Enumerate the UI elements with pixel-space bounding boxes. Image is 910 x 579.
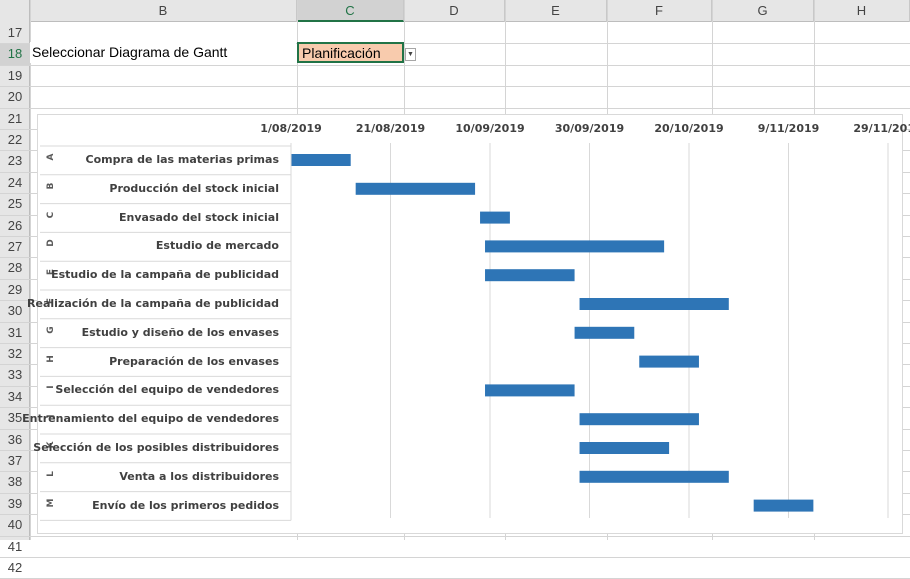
task-name: Estudio y diseño de los envases	[81, 325, 279, 339]
gantt-bar	[574, 326, 635, 339]
row-header-30[interactable]: 30	[0, 300, 30, 321]
row-header-38[interactable]: 38	[0, 471, 30, 492]
task-name: Selección de los posibles distribuidores	[33, 441, 279, 454]
task-name: Preparación de los envases	[109, 354, 279, 368]
gantt-bar	[579, 298, 729, 310]
column-header-b[interactable]: B	[30, 0, 297, 22]
cell-c18-gantt-selector[interactable]: Planificación	[297, 42, 404, 63]
task-name: Estudio de mercado	[155, 239, 279, 253]
gantt-bar	[291, 154, 351, 166]
task-name: Envasado del stock inicial	[119, 210, 279, 224]
date-tick-label: 10/09/2019	[455, 122, 525, 135]
column-header-e[interactable]: E	[505, 0, 607, 22]
row-header-19[interactable]: 19	[0, 65, 30, 86]
task-name: Venta a los distribuidores	[119, 469, 279, 483]
task-letter: A	[46, 153, 56, 161]
row-header-18[interactable]: 18	[0, 43, 30, 65]
row-header-28[interactable]: 28	[0, 257, 30, 278]
row-header-31[interactable]: 31	[0, 322, 30, 343]
gantt-bar	[485, 384, 575, 397]
chevron-down-icon[interactable]: ▼	[405, 48, 416, 61]
gantt-bar	[485, 240, 665, 253]
row-header-39[interactable]: 39	[0, 493, 30, 514]
gantt-bar	[355, 182, 476, 195]
row-header-36[interactable]: 36	[0, 429, 30, 450]
task-name: Entrenamiento del equipo de vendedores	[22, 412, 279, 426]
gantt-bar	[579, 413, 699, 426]
row-header-26[interactable]: 26	[0, 215, 30, 236]
row-header-25[interactable]: 25	[0, 193, 30, 214]
column-header-f[interactable]: F	[607, 0, 712, 22]
task-name: Compra de las materias primas	[85, 153, 279, 166]
row-gridline	[0, 64, 910, 66]
gantt-bar	[579, 470, 729, 483]
gantt-bar	[480, 211, 510, 224]
row-header-23[interactable]: 23	[0, 150, 30, 171]
column-header-g[interactable]: G	[712, 0, 814, 22]
task-letter: D	[46, 239, 56, 248]
row-header-27[interactable]: 27	[0, 236, 30, 257]
task-letter: L	[46, 470, 56, 477]
date-tick-label: 20/10/2019	[654, 122, 724, 135]
task-name: Selección del equipo de vendedores	[55, 383, 279, 397]
row-header-41[interactable]: 41	[0, 536, 30, 557]
row-header-22[interactable]: 22	[0, 129, 30, 150]
row-header-17[interactable]: 17	[0, 22, 30, 43]
date-tick-label: 21/08/2019	[355, 122, 426, 135]
task-letter: H	[46, 354, 56, 363]
column-header-h[interactable]: H	[814, 0, 910, 22]
task-letter: G	[46, 326, 56, 334]
gantt-bar	[753, 499, 814, 512]
row-gridline	[0, 107, 910, 109]
row-header-24[interactable]: 24	[0, 172, 30, 193]
date-tick-label: 30/09/2019	[554, 122, 625, 135]
task-name: Estudio de la campaña de publicidad	[51, 268, 279, 282]
task-letter: C	[46, 211, 56, 218]
row-header-42[interactable]: 42	[0, 557, 30, 578]
task-name: Producción del stock inicial	[109, 181, 279, 195]
row-header-33[interactable]: 33	[0, 364, 30, 385]
spreadsheet-grid[interactable]: BCDEFGH 17 18 19 20 21 22 23 24 25 26 27 28 29 30 31 32…	[0, 0, 910, 579]
column-gridline	[30, 0, 31, 540]
task-name: Realización de la campaña de publicidad	[27, 297, 279, 310]
row-header-37[interactable]: 37	[0, 450, 30, 471]
row-header-20[interactable]: 20	[0, 86, 30, 107]
row-header-32[interactable]: 32	[0, 343, 30, 364]
gantt-bar	[485, 269, 575, 282]
task-letter: M	[46, 498, 56, 508]
column-header-d[interactable]: D	[404, 0, 505, 22]
row-header-21[interactable]: 21	[0, 108, 30, 129]
date-tick-label: 1/08/2019	[260, 122, 322, 135]
task-name: Envío de los primeros pedidos	[92, 498, 279, 512]
task-letter: B	[46, 182, 56, 190]
cell-b18-label[interactable]: Seleccionar Diagrama de Gantt	[30, 42, 296, 63]
row-gridline	[0, 557, 910, 558]
gantt-bar	[579, 442, 670, 454]
row-header-40[interactable]: 40	[0, 514, 30, 535]
gantt-bar	[639, 355, 699, 368]
row-gridline	[0, 86, 910, 88]
date-tick-label: 9/11/2019	[757, 122, 820, 135]
date-tick-label: 29/11/2019	[853, 122, 910, 135]
column-header-c[interactable]: C	[297, 0, 404, 22]
row-header-29[interactable]: 29	[0, 279, 30, 300]
row-header-34[interactable]: 34	[0, 386, 30, 407]
gantt-chart[interactable]: 1/08/2019 21/08/2019 10/09/2019 30/09/2019 2…	[22, 114, 910, 534]
